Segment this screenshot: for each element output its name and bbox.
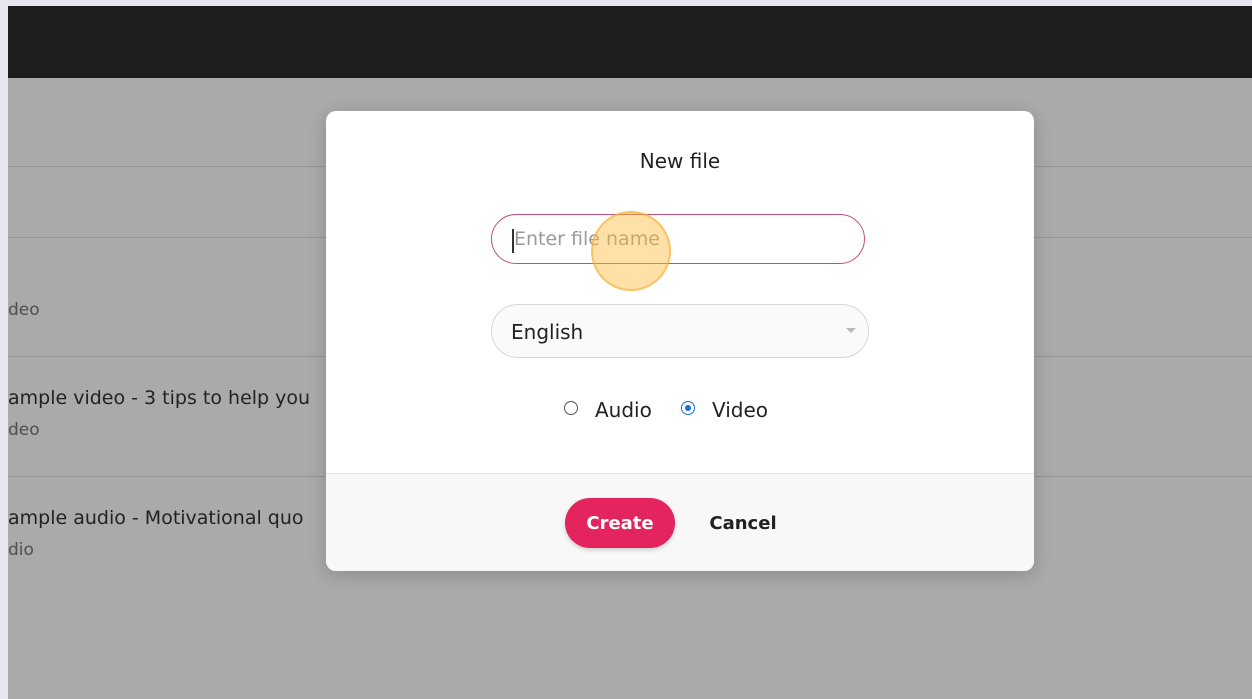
audio-radio-label[interactable]: Audio bbox=[595, 398, 652, 422]
video-radio[interactable] bbox=[681, 401, 695, 415]
file-name-input[interactable]: Enter file name bbox=[491, 214, 865, 264]
top-bar bbox=[8, 6, 1252, 78]
dialog-footer: Create Cancel bbox=[326, 473, 1034, 571]
video-radio-label[interactable]: Video bbox=[712, 398, 768, 422]
create-button[interactable]: Create bbox=[565, 498, 675, 548]
text-caret bbox=[512, 229, 514, 253]
audio-radio[interactable] bbox=[564, 401, 578, 415]
file-name-placeholder: Enter file name bbox=[514, 228, 660, 250]
cancel-button[interactable]: Cancel bbox=[698, 498, 788, 548]
chevron-down-icon bbox=[846, 328, 856, 333]
language-selected-value: English bbox=[511, 320, 584, 344]
dialog-title: New file bbox=[639, 149, 721, 173]
new-file-dialog: New file Enter file name English Audio V… bbox=[326, 111, 1034, 571]
language-select[interactable]: English bbox=[491, 304, 869, 358]
